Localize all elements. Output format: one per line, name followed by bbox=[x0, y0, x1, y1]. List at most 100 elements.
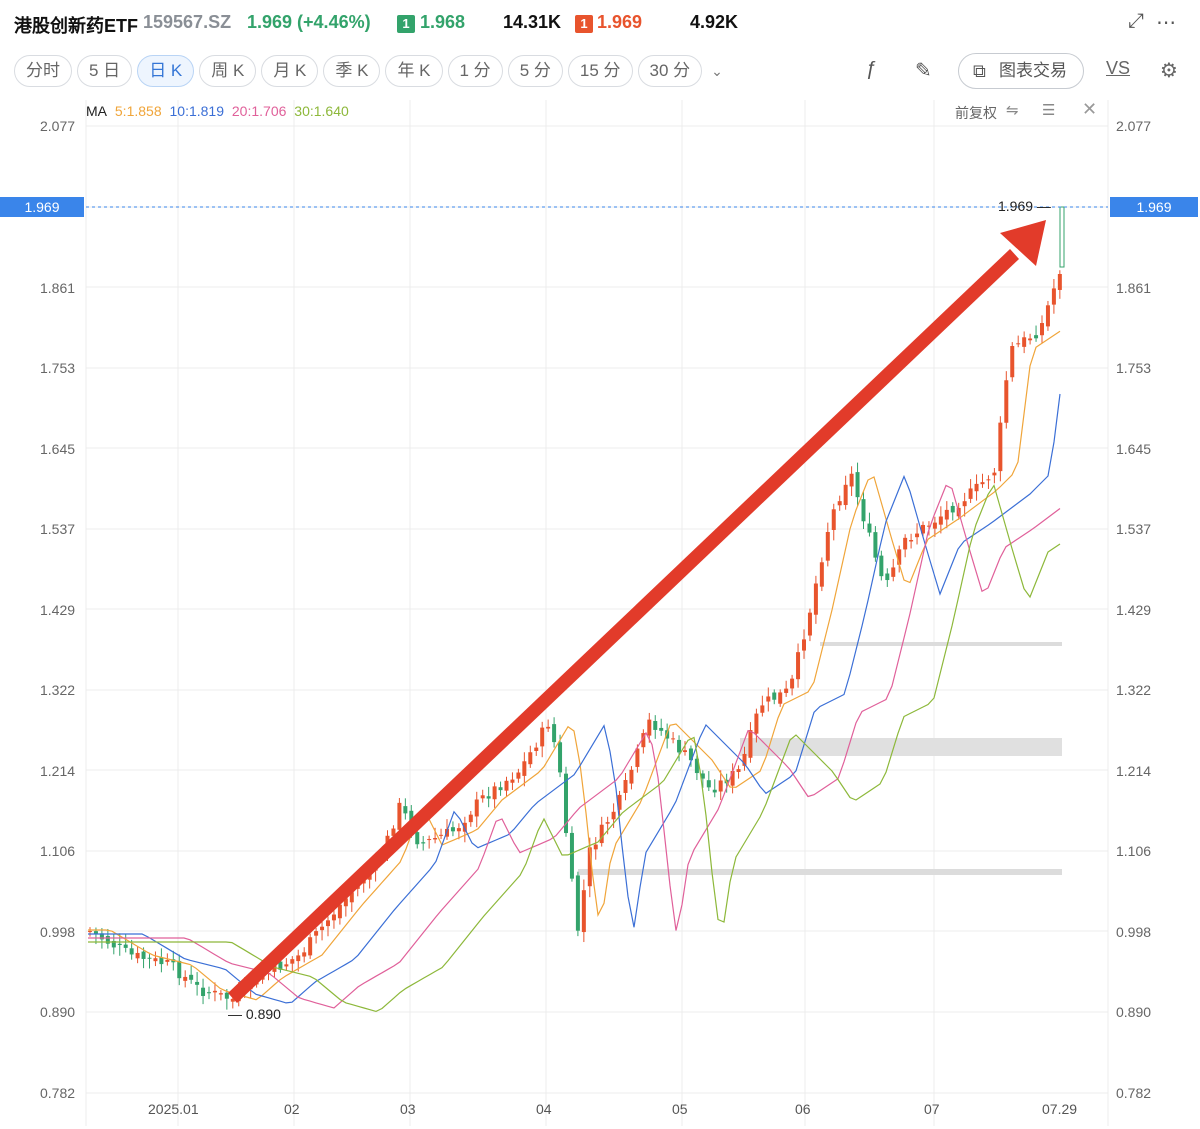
candle-body bbox=[879, 555, 884, 577]
candle-body bbox=[885, 573, 890, 581]
candle-body bbox=[778, 692, 783, 704]
candle-body bbox=[790, 678, 795, 689]
security-name: 港股创新药ETF bbox=[14, 16, 138, 36]
candle-body bbox=[552, 724, 557, 743]
candle-body bbox=[1051, 288, 1056, 305]
x-tick: 04 bbox=[536, 1101, 552, 1117]
candle-body bbox=[504, 780, 509, 791]
y-tick-right: 1.429 bbox=[1116, 602, 1152, 618]
candle-body bbox=[867, 523, 872, 533]
tab-weekly-k[interactable]: 周 K bbox=[199, 55, 257, 87]
pen-icon[interactable]: ✎ bbox=[915, 58, 932, 83]
candle-body bbox=[909, 540, 914, 542]
candle-body bbox=[736, 769, 741, 773]
y-tick-right: 1.322 bbox=[1116, 682, 1152, 698]
candle-body bbox=[212, 990, 217, 993]
tab-15min[interactable]: 15 分 bbox=[567, 55, 633, 87]
y-tick-left: 1.537 bbox=[40, 521, 76, 537]
more-icon[interactable]: ⋯ bbox=[1156, 10, 1176, 35]
quote-bar: 港股创新药ETF 159567.SZ 1.969 (+4.46%) 1 1.96… bbox=[0, 0, 1200, 46]
candle-body bbox=[337, 904, 342, 919]
candle-body bbox=[421, 842, 426, 844]
chart-trade-button[interactable]: ⧉ 图表交易 bbox=[958, 53, 1084, 89]
candle-body bbox=[88, 931, 92, 933]
candle-body bbox=[677, 739, 682, 753]
tab-5min[interactable]: 5 分 bbox=[507, 55, 563, 87]
candle-body bbox=[754, 713, 759, 734]
price-adjust-label[interactable]: 前复权 bbox=[955, 103, 997, 123]
candle-body bbox=[932, 522, 937, 529]
candle-body bbox=[159, 957, 164, 965]
candle-body bbox=[903, 537, 908, 550]
candle-body bbox=[1028, 338, 1033, 341]
chevron-down-icon[interactable]: ⌄ bbox=[711, 63, 723, 80]
swap-icon[interactable]: ⇋ bbox=[1006, 101, 1019, 119]
close-icon[interactable]: ✕ bbox=[1082, 99, 1097, 120]
bid-volume: 14.31K bbox=[503, 12, 562, 32]
candle-body bbox=[403, 806, 408, 814]
candle-body bbox=[772, 692, 777, 700]
y-tick-left: 2.077 bbox=[40, 118, 76, 134]
candle-body bbox=[540, 727, 545, 747]
tab-30min[interactable]: 30 分 bbox=[637, 55, 703, 87]
y-tick-left: 0.782 bbox=[40, 1085, 76, 1101]
tab-monthly-k[interactable]: 月 K bbox=[261, 55, 319, 87]
candle-body bbox=[593, 844, 598, 850]
tab-quarterly-k[interactable]: 季 K bbox=[323, 55, 381, 87]
candle-body bbox=[433, 838, 438, 840]
candle-body bbox=[807, 612, 812, 636]
tab-1min[interactable]: 1 分 bbox=[447, 55, 503, 87]
candle-body bbox=[558, 742, 563, 773]
tab-intraday[interactable]: 分时 bbox=[14, 55, 72, 87]
candle-body bbox=[450, 827, 455, 832]
ask-price: 1.969 bbox=[597, 12, 643, 32]
y-tick-right: 1.214 bbox=[1116, 763, 1152, 779]
x-tick: 07 bbox=[924, 1101, 940, 1117]
candlestick-chart[interactable] bbox=[0, 96, 1200, 1129]
candle-body bbox=[849, 473, 854, 487]
tab-yearly-k[interactable]: 年 K bbox=[385, 55, 443, 87]
candle-body bbox=[659, 727, 664, 731]
candle-body bbox=[998, 422, 1003, 472]
formula-icon[interactable]: ƒ bbox=[866, 58, 877, 81]
y-tick-left: 1.429 bbox=[40, 602, 76, 618]
candle-body bbox=[623, 780, 628, 793]
indicator-settings-icon[interactable]: ☰ bbox=[1042, 101, 1055, 119]
candle-body bbox=[224, 992, 229, 999]
ma-line bbox=[88, 393, 1061, 1004]
high-price-value: 1.969 bbox=[998, 198, 1034, 214]
tab-5day[interactable]: 5 日 bbox=[77, 55, 133, 87]
candle-body bbox=[129, 948, 134, 955]
fullscreen-icon[interactable]: ⤢ bbox=[1128, 10, 1144, 33]
candle-body bbox=[986, 479, 991, 481]
current-price-tag-right: 1.969 bbox=[1110, 197, 1198, 217]
candle-body bbox=[766, 696, 771, 702]
low-price-label: — 0.890 bbox=[228, 1006, 281, 1022]
y-tick-right: 0.782 bbox=[1116, 1085, 1152, 1101]
ask-badge: 1 bbox=[575, 15, 593, 33]
y-tick-right: 1.753 bbox=[1116, 360, 1152, 376]
vs-button[interactable]: VS bbox=[1106, 58, 1130, 79]
candle-body bbox=[135, 952, 140, 959]
candle-body bbox=[492, 786, 497, 800]
candle-body bbox=[522, 761, 527, 776]
candle-body bbox=[117, 943, 122, 946]
ma5-label: 5:1.858 bbox=[114, 103, 162, 119]
candle-body bbox=[314, 931, 319, 936]
tab-daily-k[interactable]: 日 K bbox=[137, 55, 195, 87]
candle-body bbox=[938, 516, 943, 525]
y-tick-right: 0.890 bbox=[1116, 1004, 1152, 1020]
y-tick-left: 1.214 bbox=[40, 763, 76, 779]
candle-body bbox=[784, 688, 789, 693]
ma10-label: 10:1.819 bbox=[169, 103, 225, 119]
candle-body bbox=[575, 875, 580, 931]
settings-icon[interactable]: ⚙ bbox=[1160, 58, 1178, 83]
candle-body bbox=[528, 752, 533, 765]
candle-body bbox=[218, 993, 223, 995]
candle-body bbox=[861, 499, 866, 522]
candles bbox=[88, 206, 1065, 1010]
candle-body bbox=[683, 750, 687, 753]
ma-legend: MA 5:1.858 10:1.819 20:1.706 30:1.640 bbox=[86, 103, 353, 119]
price-change: 1.969 (+4.46%) bbox=[247, 12, 371, 32]
security-code: 159567.SZ bbox=[143, 12, 232, 32]
